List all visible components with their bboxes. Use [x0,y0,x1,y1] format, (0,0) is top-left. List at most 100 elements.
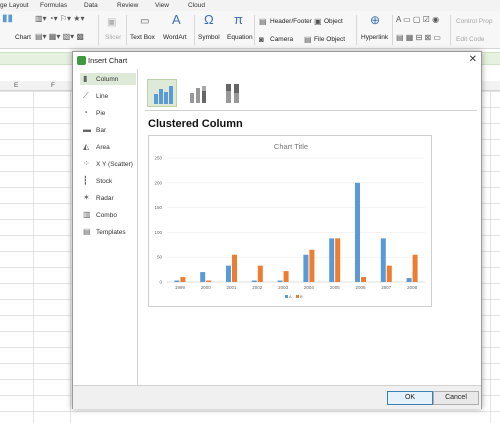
chart-subtype-name: Clustered Column [148,118,243,130]
pi-icon[interactable]: π [234,13,243,26]
chart-type-column[interactable]: ▮ Column [80,73,136,85]
object-button[interactable]: Object [324,18,343,25]
cancel-button[interactable]: Cancel [433,391,479,405]
chart-type-label: Bar [96,126,107,134]
line-chart-icon: ⟋ [83,91,89,100]
bar-b-2000 [206,280,212,282]
bar-chart-icon: ▬ [83,125,91,134]
chart-type-radar[interactable]: ✶ Radar [80,192,136,204]
chart-type-bar[interactable]: ▬ Bar [80,124,136,136]
symbol-button[interactable]: Symbol [198,34,220,41]
chart-subtypes-icon[interactable]: ▥▾ ◔▾ ⚐▾ ★▾ [35,14,84,24]
edit-code-button: Edit Code [456,36,485,43]
bar-a-2007 [380,238,386,282]
chart-type-label: Combo [96,211,117,219]
column-header-e[interactable]: E [14,82,18,89]
chart-icon[interactable]: ▮▮ [2,14,13,24]
scatter-chart-icon: ⁘ [83,159,90,168]
subtype-stacked-column[interactable] [183,79,213,107]
dialog-titlebar[interactable]: Insert Chart ✕ [73,52,481,69]
wordart-icon[interactable]: A [172,13,181,26]
object-icon[interactable]: ▣ [314,17,322,27]
x-tick-label: 2007 [381,285,392,290]
legend-swatch-a [285,295,288,298]
y-tick-label: 0 [159,280,162,285]
bar-b-2003 [283,271,289,282]
dialog-title: Insert Chart [88,56,128,65]
ok-button[interactable]: OK [387,391,433,405]
form-controls-row2-icon[interactable]: ▤ ▦ ⊟ ⊠ ▭ [396,33,441,43]
bar-b-2005 [335,238,341,282]
chart-type-label: Line [96,92,109,100]
text-box-icon[interactable]: ▭ [140,17,149,27]
tab-page-layout[interactable]: ge Layout [0,2,29,9]
text-box-button[interactable]: Text Box [130,34,155,41]
subtype-100-stacked-column[interactable] [219,79,249,107]
chart-type-stock[interactable]: ┇ Stock [80,175,136,187]
chart-type-label: X Y (Scatter) [96,160,133,168]
templates-icon: ▤ [83,227,91,236]
header-footer-button[interactable]: Header/Footer [270,18,312,25]
dialog-footer: OK Cancel [73,385,481,409]
combo-chart-icon: ▥ [83,210,91,219]
header-footer-icon[interactable]: ▤ [259,17,267,27]
chart-type-x-y-scatter[interactable]: ⁘ X Y (Scatter) [80,158,136,170]
y-tick-label: 50 [157,255,163,260]
tab-review[interactable]: Review [117,2,138,9]
bar-a-2008 [406,278,412,282]
insert-chart-dialog: Insert Chart ✕ ▮ Column ⟋ Line ◔ Pie ▬ Bar ◭ Area… [72,51,482,409]
x-tick-label: 2006 [355,285,366,290]
chart-type-templates[interactable]: ▤ Templates [80,226,136,238]
stock-chart-icon: ┇ [83,176,88,185]
x-tick-label: 2005 [330,285,341,290]
bar-b-2006 [361,277,366,282]
tab-formulas[interactable]: Formulas [40,2,67,9]
ribbon-tab-bar: ge Layout Formulas Data Review View Clou… [0,0,500,11]
chart-subtypes-row2-icon[interactable]: ▤▾ ▦▾ ▧▾ ▩ [35,32,84,42]
bar-b-2004 [309,249,315,282]
column-header-f[interactable]: F [51,82,55,89]
legend-label: B [300,294,303,299]
chart-type-list: ▮ Column ⟋ Line ◔ Pie ▬ Bar ◭ Area ⁘ X Y (Scatter) ┇… [78,69,138,385]
hyperlink-button[interactable]: Hyperlink [361,34,388,41]
globe-icon[interactable]: ⊕ [370,14,380,26]
chart-type-area[interactable]: ◭ Area [80,141,136,153]
camera-icon[interactable]: ◙ [259,35,264,45]
form-controls-icon[interactable]: A ▭ ▢ ☑ ◉ [396,15,439,25]
bar-a-2000 [200,272,206,282]
x-tick-label: 2008 [407,285,418,290]
close-icon[interactable]: ✕ [469,54,477,65]
bar-b-2001 [232,254,237,282]
bar-a-1999 [174,280,180,282]
wordart-button[interactable]: WordArt [163,34,187,41]
omega-icon[interactable]: Ω [204,13,214,26]
chart-type-label: Pie [96,109,106,117]
x-tick-label: 2004 [304,285,315,290]
equation-button[interactable]: Equation [227,34,253,41]
slicer-icon: ▣ [107,17,117,28]
chart-type-line[interactable]: ⟋ Line [80,90,136,102]
subtype-clustered-column[interactable] [147,79,177,107]
chart-button[interactable]: Chart [15,34,31,41]
tab-cloud[interactable]: Cloud [188,2,205,9]
tab-view[interactable]: View [155,2,169,9]
chart-svg: Chart Title 0 50 100 150 200 250 1999 2000 2001 20… [154,142,425,299]
chart-preview: Chart Title 0 50 100 150 200 250 1999 2000 2001 20… [148,135,432,307]
legend-swatch-b [296,295,299,298]
x-tick-label: 2003 [278,285,289,290]
chart-type-combo[interactable]: ▥ Combo [80,209,136,221]
chart-type-label: Templates [96,228,126,236]
chart-type-label: Stock [96,177,113,185]
y-tick-label: 150 [154,205,162,210]
x-tick-label: 2000 [201,285,212,290]
slicer-button: Slicer [105,34,122,41]
file-object-icon[interactable]: ▤ [304,35,312,45]
chart-type-pie[interactable]: ◔ Pie [80,107,136,119]
radar-chart-icon: ✶ [83,193,90,202]
column-chart-icon: ▮ [83,74,88,83]
bar-a-2002 [251,280,257,282]
tab-data[interactable]: Data [84,2,98,9]
legend-label: A [289,294,292,299]
camera-button[interactable]: Camera [270,36,293,43]
file-object-button[interactable]: File Object [314,36,345,43]
